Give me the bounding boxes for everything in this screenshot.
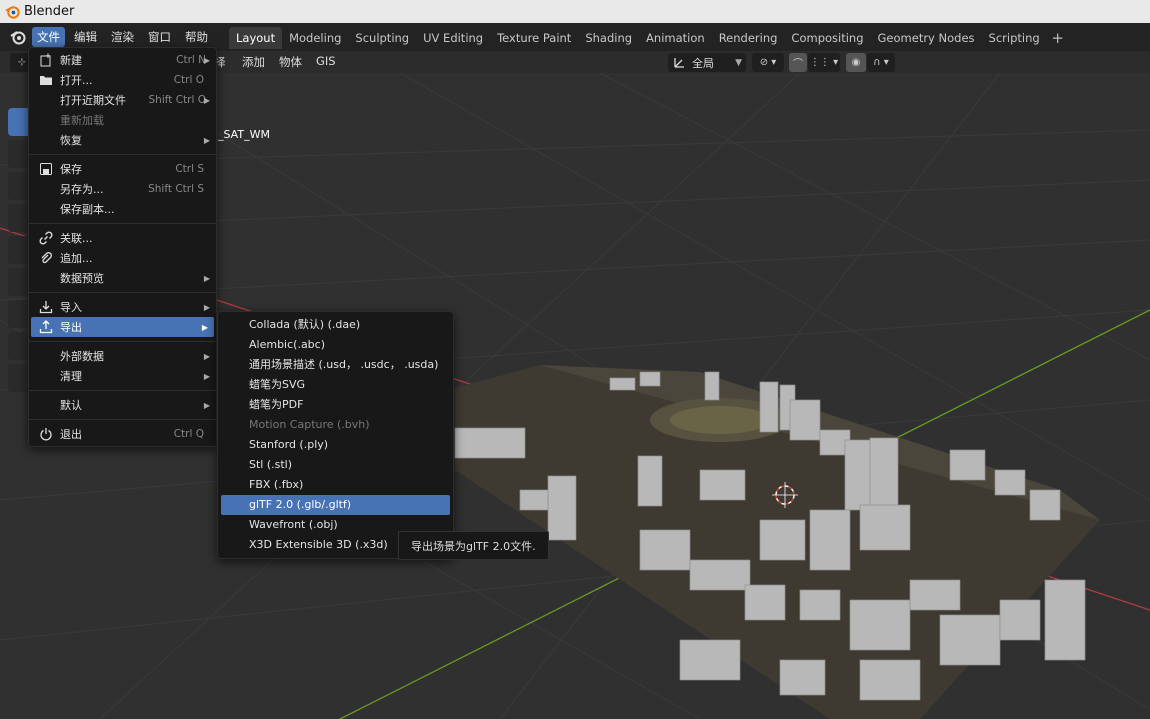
menu-item-defaults[interactable]: 默认 ▶ [29, 395, 216, 415]
falloff-icon[interactable]: ∩ ▾ [867, 53, 895, 72]
append-icon [38, 250, 54, 266]
blender-logo-icon [5, 6, 20, 19]
orientation-label: 全局 [692, 56, 714, 70]
menu-item-export[interactable]: 导出 ▶ [31, 317, 214, 337]
menu-item-clean-up[interactable]: 清理 ▶ [29, 366, 216, 386]
submenu-arrow-icon: ▶ [203, 135, 210, 145]
menu-separator [29, 292, 216, 293]
add-cube-tool[interactable] [8, 364, 30, 392]
rotate-tool[interactable] [8, 204, 30, 232]
workspace-tabs: Layout Modeling Sculpting UV Editing Tex… [229, 27, 1069, 49]
tab-rendering[interactable]: Rendering [712, 27, 785, 49]
menu-item-link[interactable]: 关联... [29, 228, 216, 248]
export-ply[interactable]: Stanford (.ply) [218, 435, 453, 455]
window-title: Blender [24, 4, 75, 19]
menu-item-save[interactable]: 保存 Ctrl S [29, 159, 216, 179]
menu-edit[interactable]: 编辑 [69, 27, 102, 47]
snap-target-icon[interactable]: ⋮⋮ ▾ [808, 53, 840, 72]
menu-item-open-recent[interactable]: 打开近期文件 Shift Ctrl O ▶ [29, 90, 216, 110]
menu-separator [29, 154, 216, 155]
tab-animation[interactable]: Animation [639, 27, 712, 49]
export-fbx[interactable]: FBX (.fbx) [218, 475, 453, 495]
menu-item-data-previews[interactable]: 数据预览 ▶ [29, 268, 216, 288]
tab-texture-paint[interactable]: Texture Paint [490, 27, 578, 49]
menu-item-save-copy[interactable]: 保存副本... [29, 199, 216, 219]
measure-tool[interactable] [8, 332, 30, 360]
add-workspace-button[interactable]: + [1047, 27, 1069, 49]
menu-object[interactable]: 物体 [279, 54, 302, 70]
menu-add[interactable]: 添加 [242, 54, 265, 70]
transform-orientation-dropdown[interactable]: 全局 ▼ [668, 53, 746, 72]
menu-item-append[interactable]: 追加... [29, 248, 216, 268]
export-grease-pencil-pdf[interactable]: 蜡笔为PDF [218, 395, 453, 415]
quit-icon [38, 426, 54, 442]
tab-uv-editing[interactable]: UV Editing [416, 27, 490, 49]
file-menu: 新建 Ctrl N ▶ 打开... Ctrl O 打开近期文件 Shift Ct… [28, 47, 217, 447]
cursor-tool[interactable] [8, 140, 30, 168]
menu-window[interactable]: 窗口 [143, 27, 176, 47]
submenu-arrow-icon: ▶ [203, 273, 210, 283]
save-icon [38, 161, 54, 177]
new-file-icon [38, 52, 54, 68]
proportional-edit-icon[interactable]: ◉ [846, 53, 866, 72]
orientation-axes-icon [674, 57, 684, 68]
title-bar: Blender [0, 0, 1150, 23]
submenu-arrow-icon: ▶ [203, 55, 210, 65]
city-model [454, 365, 1100, 719]
blender-menu-icon[interactable] [9, 28, 27, 46]
chevron-down-icon: ▼ [735, 57, 742, 68]
snap-toggle-icon[interactable]: ⌒ [789, 53, 807, 72]
object-name-label: _SAT_WM [218, 128, 270, 141]
submenu-arrow-icon: ▶ [203, 95, 210, 105]
tab-compositing[interactable]: Compositing [784, 27, 870, 49]
submenu-arrow-icon: ▶ [203, 351, 210, 361]
export-icon [38, 319, 54, 335]
export-alembic[interactable]: Alembic(.abc) [218, 335, 453, 355]
select-box-tool[interactable] [8, 108, 30, 136]
menu-item-external-data[interactable]: 外部数据 ▶ [29, 346, 216, 366]
export-submenu: Collada (默认) (.dae) Alembic(.abc) 通用场景描述… [217, 311, 454, 559]
annotate-tool[interactable] [8, 300, 30, 328]
submenu-arrow-icon: ▶ [203, 371, 210, 381]
scale-tool[interactable] [8, 236, 30, 264]
menu-render[interactable]: 渲染 [106, 27, 139, 47]
export-grease-pencil-svg[interactable]: 蜡笔为SVG [218, 375, 453, 395]
menu-item-quit[interactable]: 退出 Ctrl Q [29, 424, 216, 444]
menu-separator [29, 223, 216, 224]
tab-shading[interactable]: Shading [578, 27, 639, 49]
folder-icon [38, 72, 54, 88]
tooltip: 导出场景为glTF 2.0文件. [398, 531, 549, 560]
menu-file[interactable]: 文件 [32, 27, 65, 47]
export-stl[interactable]: Stl (.stl) [218, 455, 453, 475]
menu-gis[interactable]: GIS [316, 54, 336, 68]
menu-separator [29, 341, 216, 342]
menu-separator [29, 419, 216, 420]
tab-layout[interactable]: Layout [229, 27, 283, 49]
menu-help[interactable]: 帮助 [180, 27, 213, 47]
link-icon [38, 230, 54, 246]
tab-sculpting[interactable]: Sculpting [348, 27, 416, 49]
menu-item-new[interactable]: 新建 Ctrl N ▶ [29, 50, 216, 70]
tab-scripting[interactable]: Scripting [982, 27, 1047, 49]
export-usd[interactable]: 通用场景描述 (.usd， .usdc， .usda) [218, 355, 453, 375]
submenu-arrow-icon: ▶ [203, 400, 210, 410]
menu-item-recover[interactable]: 恢复 ▶ [29, 130, 216, 150]
export-collada[interactable]: Collada (默认) (.dae) [218, 315, 453, 335]
menu-item-revert: 重新加载 [60, 114, 104, 127]
transform-tool[interactable] [8, 268, 30, 296]
menu-separator [29, 390, 216, 391]
menu-item-open[interactable]: 打开... Ctrl O [29, 70, 216, 90]
export-gltf[interactable]: glTF 2.0 (.glb/.gltf) [221, 495, 450, 515]
submenu-arrow-icon: ▶ [201, 322, 208, 332]
tab-geometry-nodes[interactable]: Geometry Nodes [871, 27, 982, 49]
submenu-arrow-icon: ▶ [203, 302, 210, 312]
move-tool[interactable] [8, 172, 30, 200]
pivot-point-icon[interactable]: ⊘ ▾ [752, 53, 784, 72]
import-icon [38, 299, 54, 315]
menu-item-import[interactable]: 导入 ▶ [29, 297, 216, 317]
menu-item-save-as[interactable]: 另存为... Shift Ctrl S [29, 179, 216, 199]
tab-modeling[interactable]: Modeling [282, 27, 348, 49]
export-bvh: Motion Capture (.bvh) [249, 418, 370, 431]
tool-shelf [8, 108, 30, 396]
